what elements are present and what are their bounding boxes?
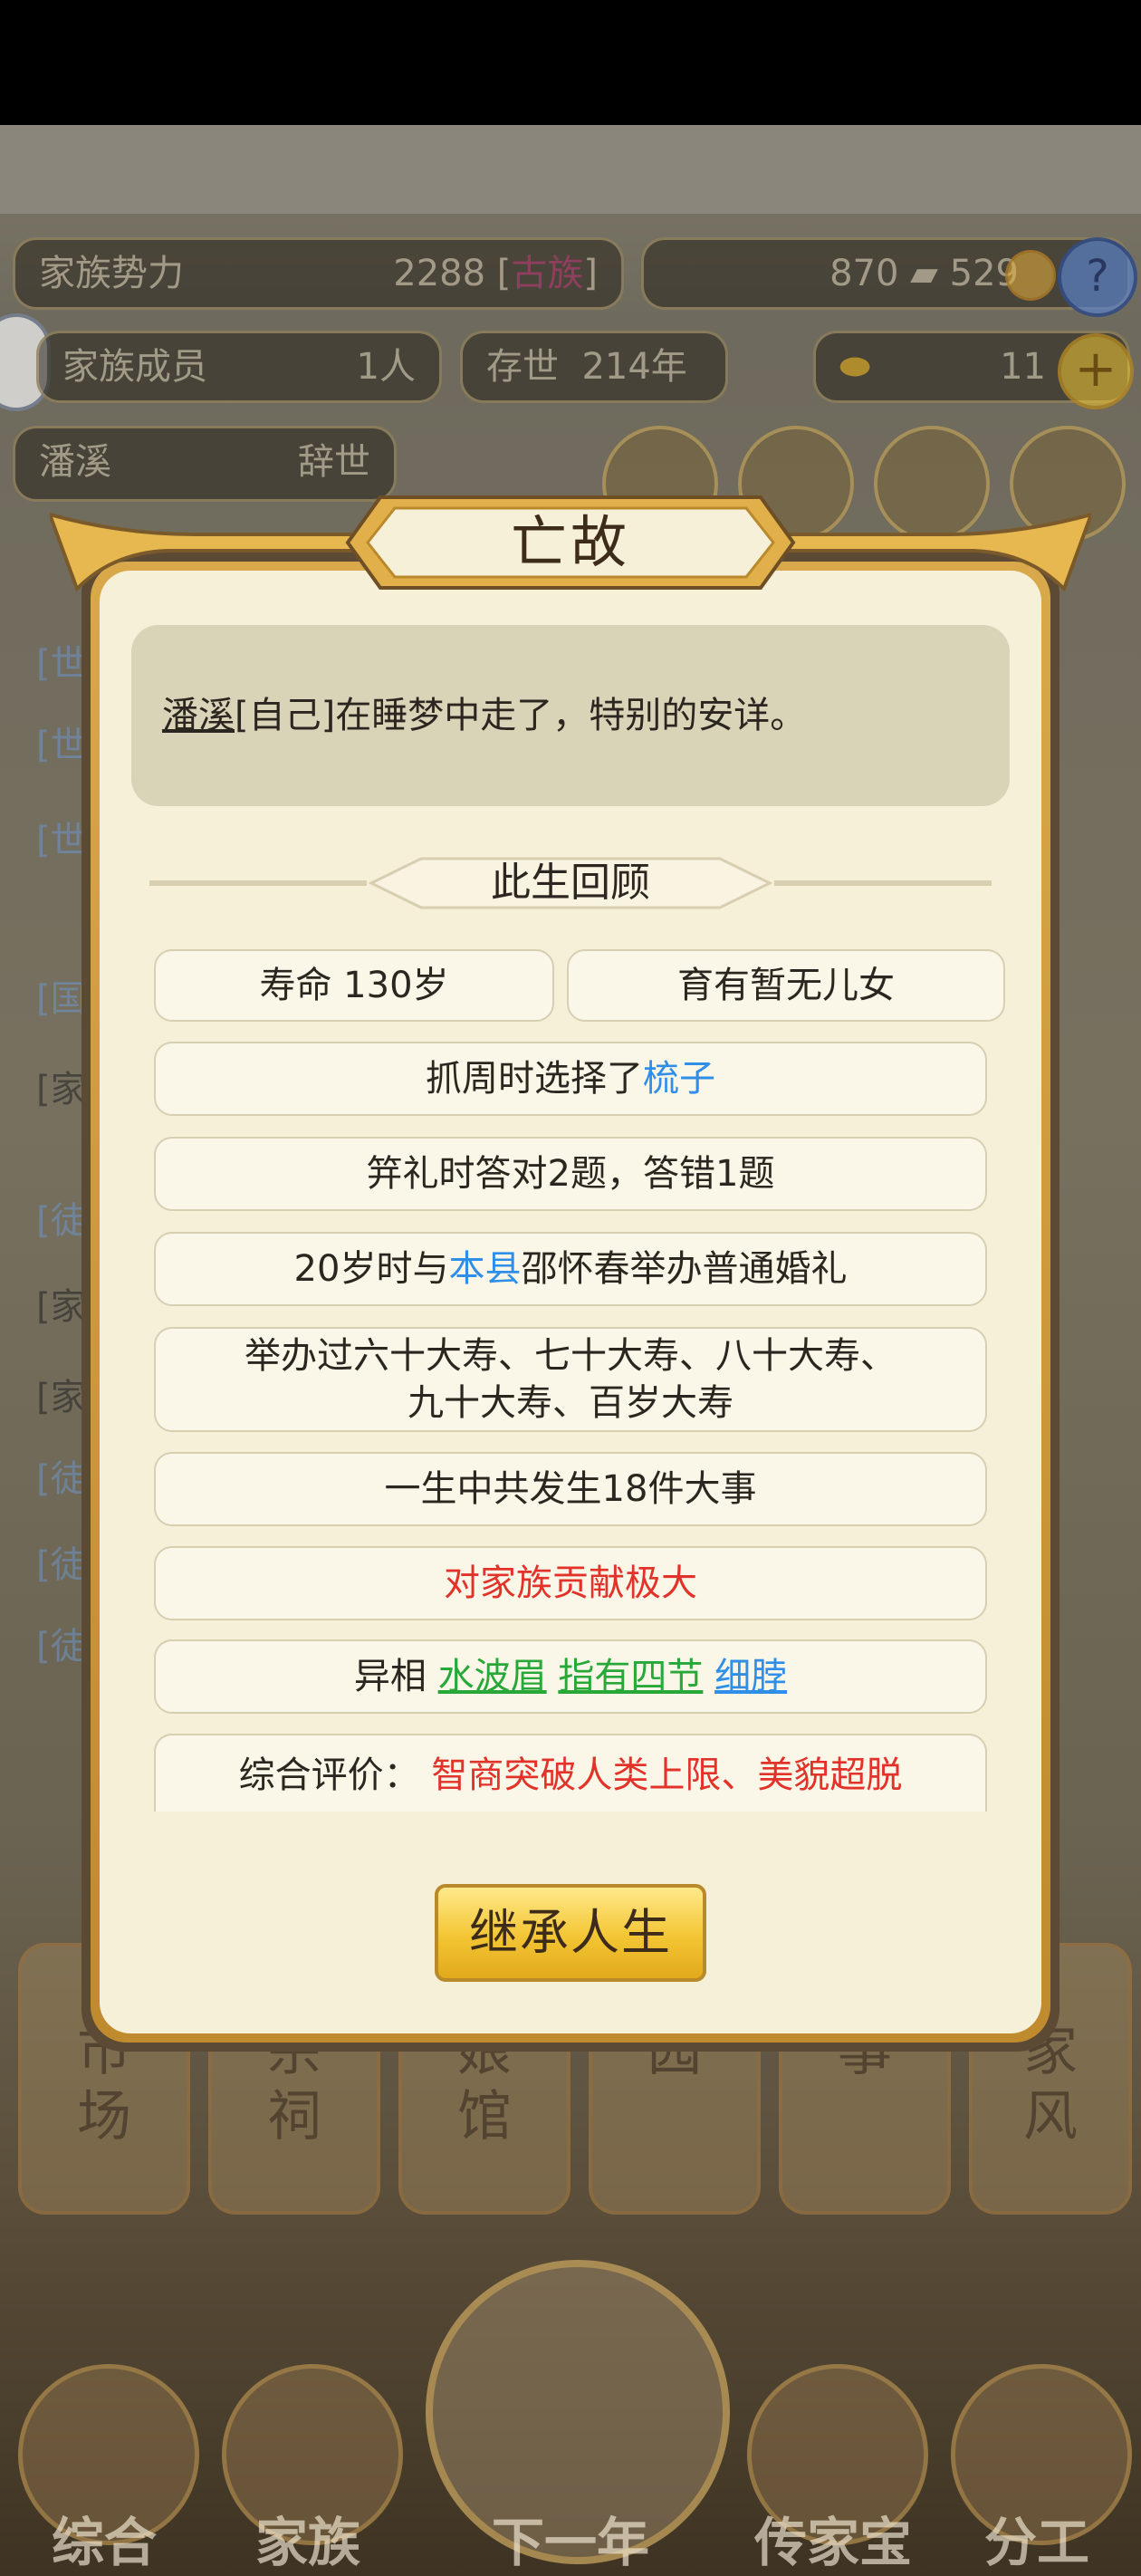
marriage-card: 20岁时与本县邵怀春举办普通婚礼: [154, 1232, 987, 1306]
ingot-value: 11: [1000, 346, 1046, 388]
bg-log-line: [徒: [36, 1544, 87, 1586]
existence-label: 存世: [486, 346, 559, 388]
family-members-bar[interactable]: 家族成员 1人: [36, 331, 442, 403]
lifespan-card: 寿命 130岁: [154, 949, 554, 1022]
deceased-name[interactable]: 潘溪: [162, 695, 235, 736]
evaluation-card: 综合评价： 智商突破人类上限、美貌超脱: [154, 1734, 987, 1812]
zhuazhou-item-link[interactable]: 梳子: [643, 1058, 715, 1100]
nav-overview[interactable]: 综合: [9, 2364, 199, 2573]
family-power-value: 2288: [393, 253, 486, 294]
help-button[interactable]: ?: [1058, 237, 1137, 317]
evaluation-clip: 综合评价： 智商突破人类上限、美貌超脱: [154, 1730, 987, 1812]
section-title: 此生回顾: [491, 860, 650, 906]
jili-card: 笄礼时答对2题，答错1题: [154, 1137, 987, 1211]
bg-log-line: [家: [36, 1069, 87, 1110]
death-message-text: [自己]在睡梦中走了，特别的安详。: [235, 695, 807, 736]
person-status: 辞世: [298, 441, 370, 483]
children-card: 育有暂无儿女: [567, 949, 1005, 1022]
silver-value: 870: [829, 253, 899, 294]
bg-log-line: [世: [36, 725, 87, 766]
family-power-label: 家族势力: [39, 253, 184, 294]
traits-card: 异相 水波眉 指有四节 细脖: [154, 1639, 987, 1714]
gold-coin-icon: [1005, 250, 1056, 301]
nav-family[interactable]: 家族: [213, 2364, 403, 2573]
bg-log-line: [徒: [36, 1200, 87, 1242]
inherit-life-button[interactable]: 继承人生: [435, 1884, 706, 1982]
ingot-icon: ⬬: [839, 346, 871, 388]
bg-log-line: [徒: [36, 1626, 87, 1668]
nav-next-year-label: 下一年: [491, 2512, 649, 2573]
silver-icon: ▰: [910, 253, 938, 294]
birthday-card: 举办过六十大寿、七十大寿、八十大寿、 九十大寿、百岁大寿: [154, 1327, 987, 1432]
bg-log-line: [世: [36, 643, 87, 685]
plus-icon: +: [1074, 340, 1117, 399]
help-icon: ?: [1086, 251, 1109, 302]
dialog-title: 亡故: [510, 509, 630, 575]
marriage-place-link[interactable]: 本县: [448, 1248, 521, 1290]
existence-value: 214年: [581, 346, 687, 388]
add-ingot-button[interactable]: +: [1058, 333, 1134, 409]
existence-bar: 存世 214年: [460, 331, 728, 403]
bg-log-line: [世: [36, 820, 87, 861]
death-message: 潘溪[自己]在睡梦中走了，特别的安详。: [131, 625, 1010, 806]
family-members-value: 1人: [356, 346, 416, 388]
family-members-label: 家族成员: [62, 346, 207, 388]
person-status-bar[interactable]: 潘溪 辞世: [13, 426, 397, 502]
bg-log-line: [家: [36, 1377, 87, 1418]
bg-log-line: [徒: [36, 1458, 87, 1500]
status-bar: [0, 0, 1141, 125]
bg-log-line: [家: [36, 1286, 87, 1328]
trait-link[interactable]: 指有四节: [558, 1656, 703, 1697]
zhuazhou-card: 抓周时选择了梳子: [154, 1042, 987, 1116]
currency-bar[interactable]: 870 ▰ 529: [641, 237, 1130, 310]
events-card: 一生中共发生18件大事: [154, 1452, 987, 1526]
trait-link[interactable]: 细脖: [714, 1656, 787, 1697]
nav-heirloom[interactable]: 传家宝: [738, 2364, 928, 2573]
bg-log-line: [国: [36, 978, 87, 1020]
nav-assign[interactable]: 分工: [942, 2364, 1132, 2573]
family-power-rank: 古族: [511, 253, 584, 294]
contribution-card: 对家族贡献极大: [154, 1546, 987, 1620]
trait-link[interactable]: 水波眉: [438, 1656, 547, 1697]
family-power-bar[interactable]: 家族势力 2288 [古族]: [13, 237, 624, 310]
top-strip: [0, 125, 1141, 214]
person-name: 潘溪: [39, 441, 111, 483]
